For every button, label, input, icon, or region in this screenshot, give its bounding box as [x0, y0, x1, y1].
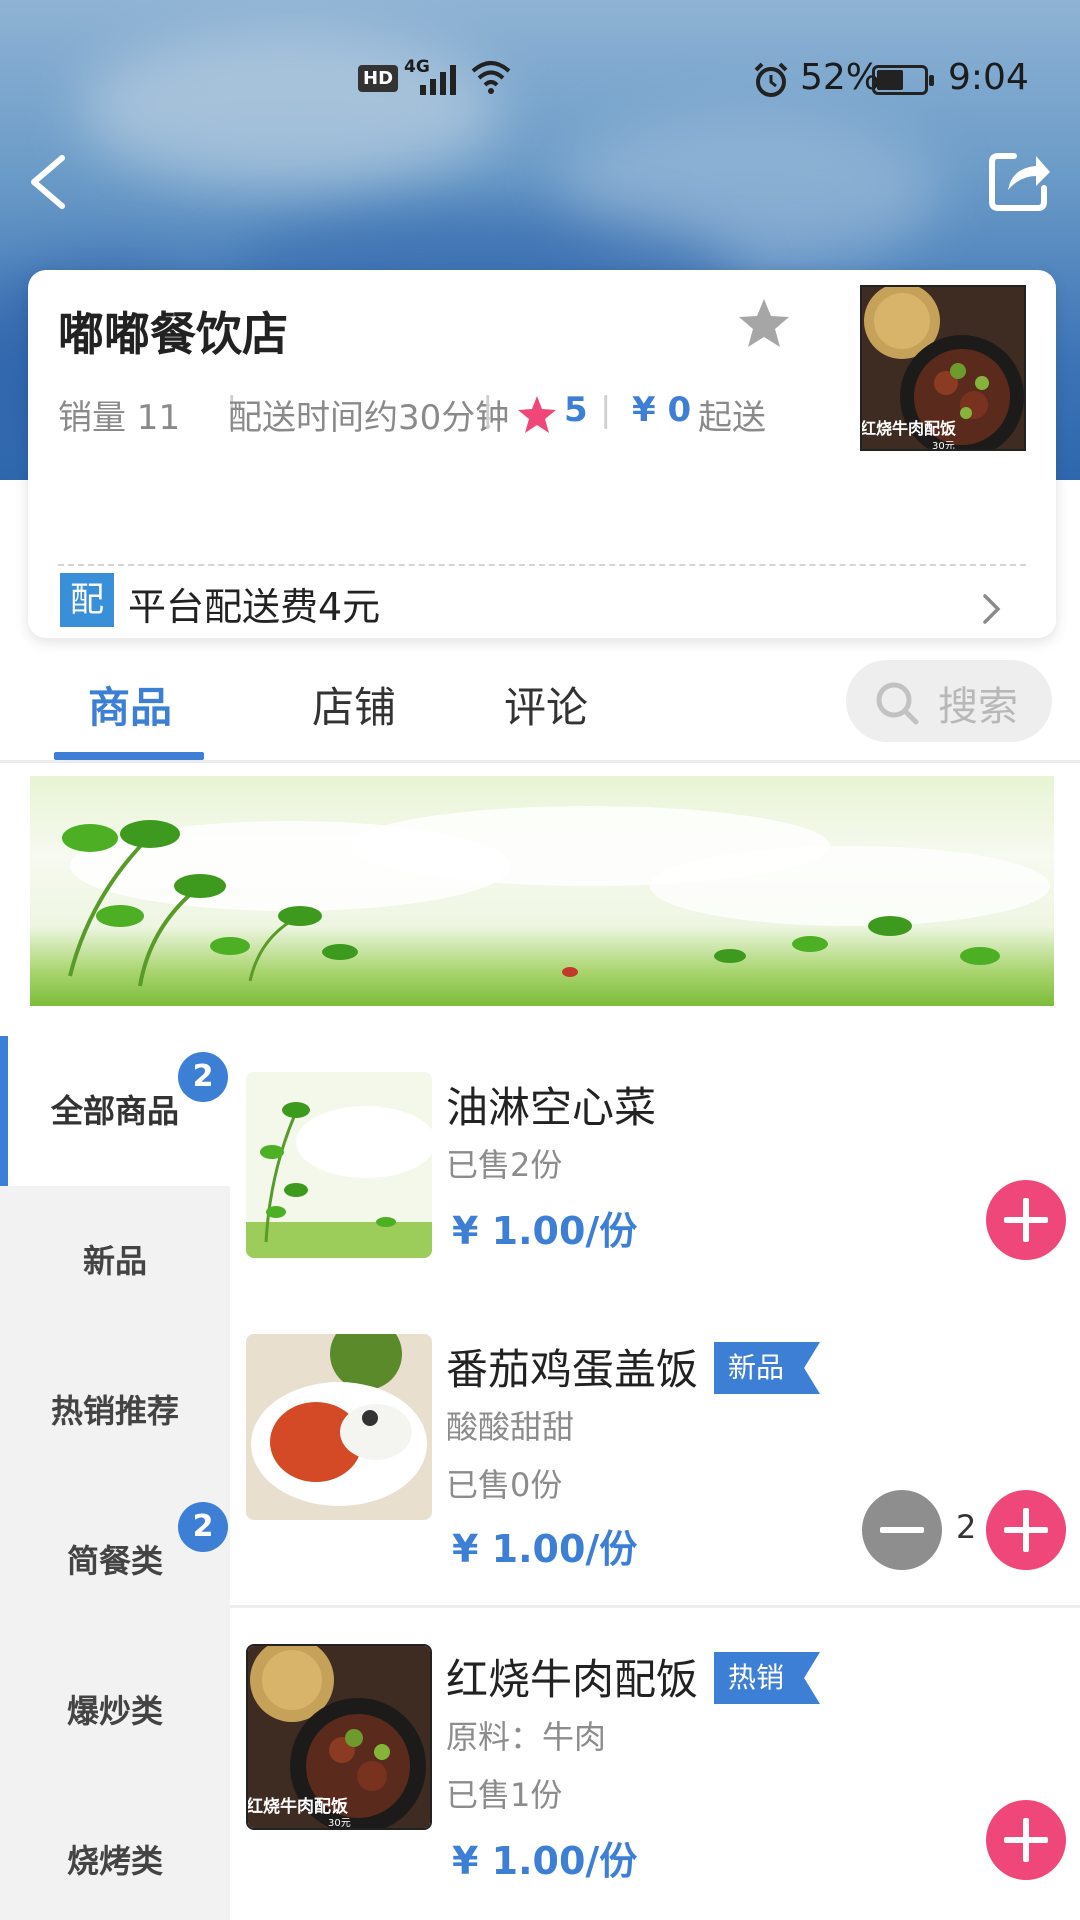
shop-name: 嘟嘟餐饮店: [58, 307, 288, 361]
share-button[interactable]: [984, 146, 1054, 216]
hd-indicator: HD: [358, 65, 399, 92]
sales-count: 销量 11: [58, 398, 181, 438]
delivery-time: 配送时间约30分钟: [228, 398, 510, 438]
alarm-icon: [754, 62, 788, 97]
tab-bar: 商品 店铺 评论 搜索: [0, 660, 1080, 762]
product-sold: 已售0份: [446, 1466, 563, 1504]
tab-reviews[interactable]: 评论: [504, 674, 588, 735]
product-description: 原料：牛肉: [446, 1718, 607, 1756]
product-image: [246, 1072, 432, 1258]
category-stir-fry[interactable]: 爆炒类: [0, 1636, 230, 1786]
product-name: 番茄鸡蛋盖饭: [446, 1345, 699, 1394]
battery-percent: 52%: [800, 57, 881, 98]
thumbnail-caption: 红烧牛肉配饭: [860, 419, 957, 438]
status-bar: HD 4G 52% 9:04: [0, 55, 1080, 105]
product-sold: 已售1份: [446, 1776, 563, 1814]
rating-star-icon: [518, 396, 556, 433]
divider: |: [482, 390, 494, 430]
search-button[interactable]: 搜索: [846, 660, 1052, 742]
product-tag-hot: 热销: [714, 1652, 821, 1704]
delivery-fee[interactable]: 平台配送费4元: [128, 576, 380, 631]
remove-from-cart-button[interactable]: [862, 1490, 942, 1570]
add-to-cart-button[interactable]: [986, 1180, 1066, 1260]
category-bbq[interactable]: 烧烤类: [0, 1786, 230, 1920]
divider: |: [600, 390, 612, 430]
shop-banner: [30, 776, 1054, 1006]
product-price: ¥ 1.00/份: [452, 1209, 638, 1253]
battery-icon: [872, 65, 934, 95]
product-image: [246, 1334, 432, 1520]
product-name: 油淋空心菜: [446, 1083, 657, 1132]
product-tag-new: 新品: [714, 1342, 821, 1394]
shop-thumbnail: 红烧牛肉配饭 30元: [860, 285, 1026, 451]
thumbnail-price: 30元: [932, 441, 955, 451]
shop-info-card: 嘟嘟餐饮店 红烧牛肉配饭 30元 销量 11 | | 配送时间约30分钟 | 5…: [28, 270, 1056, 638]
product-price: ¥ 1.00/份: [452, 1527, 638, 1571]
share-icon: [989, 153, 1050, 211]
signal-icon: [420, 65, 456, 95]
category-sidebar: 全部商品 2 新品 热销推荐 简餐类 2 爆炒类 烧烤类: [0, 1036, 230, 1920]
back-button[interactable]: [22, 152, 72, 212]
category-hot[interactable]: 热销推荐: [0, 1336, 230, 1486]
category-label: 全部商品: [50, 1092, 179, 1130]
category-new[interactable]: 新品: [0, 1186, 230, 1336]
product-sold: 已售2份: [446, 1146, 563, 1184]
min-order-price: ¥ 0: [632, 390, 692, 430]
rating-value: 5: [564, 390, 588, 430]
category-label: 爆炒类: [66, 1692, 163, 1730]
active-tab-indicator: [54, 752, 204, 760]
search-placeholder: 搜索: [938, 684, 1018, 730]
product-name: 红烧牛肉配饭: [446, 1655, 699, 1704]
delivery-badge: 配: [60, 573, 114, 627]
tab-divider: [0, 760, 1080, 763]
wifi-icon: [471, 61, 511, 94]
product-price: ¥ 1.00/份: [452, 1839, 638, 1883]
product-image: 红烧牛肉配饭 30元: [246, 1644, 432, 1830]
category-label: 新品: [82, 1242, 147, 1280]
category-label: 简餐类: [66, 1542, 163, 1580]
search-icon: [876, 682, 919, 725]
tab-products[interactable]: 商品: [88, 674, 172, 735]
product-description: 酸酸甜甜: [446, 1408, 575, 1446]
product-item[interactable]: 番茄鸡蛋盖饭 新品 酸酸甜甜 已售0份 ¥ 1.00/份 2: [230, 1298, 1080, 1608]
cart-quantity: 2: [956, 1508, 977, 1546]
chevron-right-icon[interactable]: [980, 592, 1004, 626]
thumbnail-price: 30元: [328, 1818, 351, 1829]
category-count-badge: 2: [178, 1052, 228, 1102]
product-item[interactable]: 红烧牛肉配饭 30元 红烧牛肉配饭 热销 原料：牛肉 已售1份 ¥ 1.00/份: [230, 1608, 1080, 1920]
chevron-left-icon: [31, 155, 65, 209]
category-label: 热销推荐: [50, 1392, 179, 1430]
add-to-cart-button[interactable]: [986, 1490, 1066, 1570]
category-label: 烧烤类: [66, 1842, 163, 1880]
category-count-badge: 2: [178, 1502, 228, 1552]
clock: 9:04: [948, 57, 1029, 98]
add-to-cart-button[interactable]: [986, 1800, 1066, 1880]
card-divider: [58, 564, 1026, 566]
min-order-label: 起送: [698, 398, 766, 438]
tab-shop[interactable]: 店铺: [312, 674, 396, 735]
favorite-star-icon[interactable]: [736, 296, 792, 352]
